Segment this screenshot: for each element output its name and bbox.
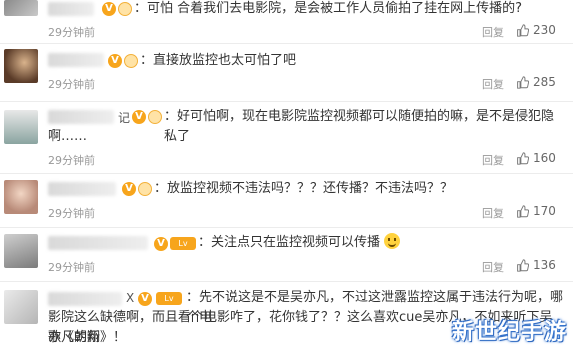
comment-time: 29分钟前	[48, 154, 95, 167]
reply-button[interactable]: 回复	[482, 24, 504, 40]
username-redacted[interactable]	[48, 53, 104, 67]
like-button[interactable]: 230	[516, 23, 556, 37]
like-count: 160	[533, 151, 556, 165]
username-redacted[interactable]	[48, 292, 122, 306]
like-count: 285	[533, 75, 556, 89]
level-badge-icon: Lv	[156, 292, 182, 305]
username-redacted[interactable]	[48, 110, 114, 124]
comment-text: ：放监控视频不违法吗？？？还传播？不违法吗？？	[154, 181, 454, 196]
avatar[interactable]	[4, 180, 38, 214]
like-button[interactable]: 136	[516, 258, 556, 272]
reply-button[interactable]: 回复	[482, 152, 504, 168]
comment-item: V Lv ：关注点只在监控视频可以传播 29分钟前 回复 136	[0, 228, 573, 282]
like-button[interactable]: 160	[516, 151, 556, 165]
username-redacted[interactable]	[48, 236, 148, 250]
level-badge-icon: Lv	[170, 237, 196, 250]
username-redacted[interactable]	[48, 182, 116, 196]
comment-text: ：可怕 合着我们去电影院，是会被工作人员偷拍了挂在网上传播的?	[134, 1, 523, 16]
thumbs-up-icon	[517, 204, 529, 218]
comment-time: 29分钟前	[48, 207, 95, 220]
thumbs-up-icon	[517, 23, 529, 37]
like-count: 136	[533, 258, 556, 272]
comment-text: ：关注点只在监控视频可以传播	[198, 233, 401, 253]
like-count: 230	[533, 23, 556, 37]
comment-text-continued: 啊……	[48, 129, 88, 144]
avatar[interactable]	[4, 49, 38, 83]
like-count: 170	[533, 204, 556, 218]
thumbs-up-icon	[517, 75, 529, 89]
avatar[interactable]	[4, 290, 38, 324]
watermark-logo: 新世纪手游	[452, 320, 568, 345]
comment-time: 29分钟前	[48, 261, 95, 274]
verified-badge-icon: V	[154, 237, 168, 251]
avatar[interactable]	[4, 234, 38, 268]
comment-time: 29分钟前	[48, 78, 95, 91]
comment-item: V ：放监控视频不违法吗？？？还传播？不违法吗？？ 29分钟前 回复 170	[0, 174, 573, 228]
verified-badge-icon: V	[138, 292, 152, 306]
like-button[interactable]: 170	[516, 204, 556, 218]
verified-badge-icon: V	[108, 54, 122, 68]
comment-item: 记 V ：好可怕啊，现在电影院监控视频都可以随便拍的嘛，是不是侵犯隐私了 啊………	[0, 102, 573, 174]
like-button[interactable]: 285	[516, 75, 556, 89]
verified-badge-icon: V	[102, 2, 116, 16]
reply-button[interactable]: 回复	[482, 205, 504, 221]
comment-item: V ：可怕 合着我们去电影院，是会被工作人员偷拍了挂在网上传播的? 29分钟前 …	[0, 0, 573, 44]
username-redacted[interactable]	[48, 2, 94, 16]
member-badge-icon	[124, 54, 138, 68]
comment-time: 29分钟前	[48, 26, 95, 39]
comment-item: V ：直接放监控也太可怕了吧 29分钟前 回复 285	[0, 44, 573, 102]
comment-text-body: ：关注点只在监控视频可以传播	[198, 235, 381, 250]
reply-button[interactable]: 回复	[482, 76, 504, 92]
thumbs-up-icon	[517, 151, 529, 165]
avatar[interactable]	[4, 110, 38, 144]
username-tail[interactable]: 记	[118, 109, 130, 126]
member-badge-icon	[148, 110, 162, 124]
username-tail[interactable]: X	[126, 291, 134, 305]
verified-badge-icon: V	[132, 110, 146, 124]
smile-emoji-icon	[384, 233, 401, 249]
member-badge-icon	[138, 182, 152, 196]
reply-button[interactable]: 回复	[482, 259, 504, 275]
comment-text: ：直接放监控也太可怕了吧	[140, 53, 297, 68]
avatar[interactable]	[4, 0, 38, 16]
thumbs-up-icon	[517, 258, 529, 272]
verified-badge-icon: V	[122, 182, 136, 196]
member-badge-icon	[118, 2, 132, 16]
